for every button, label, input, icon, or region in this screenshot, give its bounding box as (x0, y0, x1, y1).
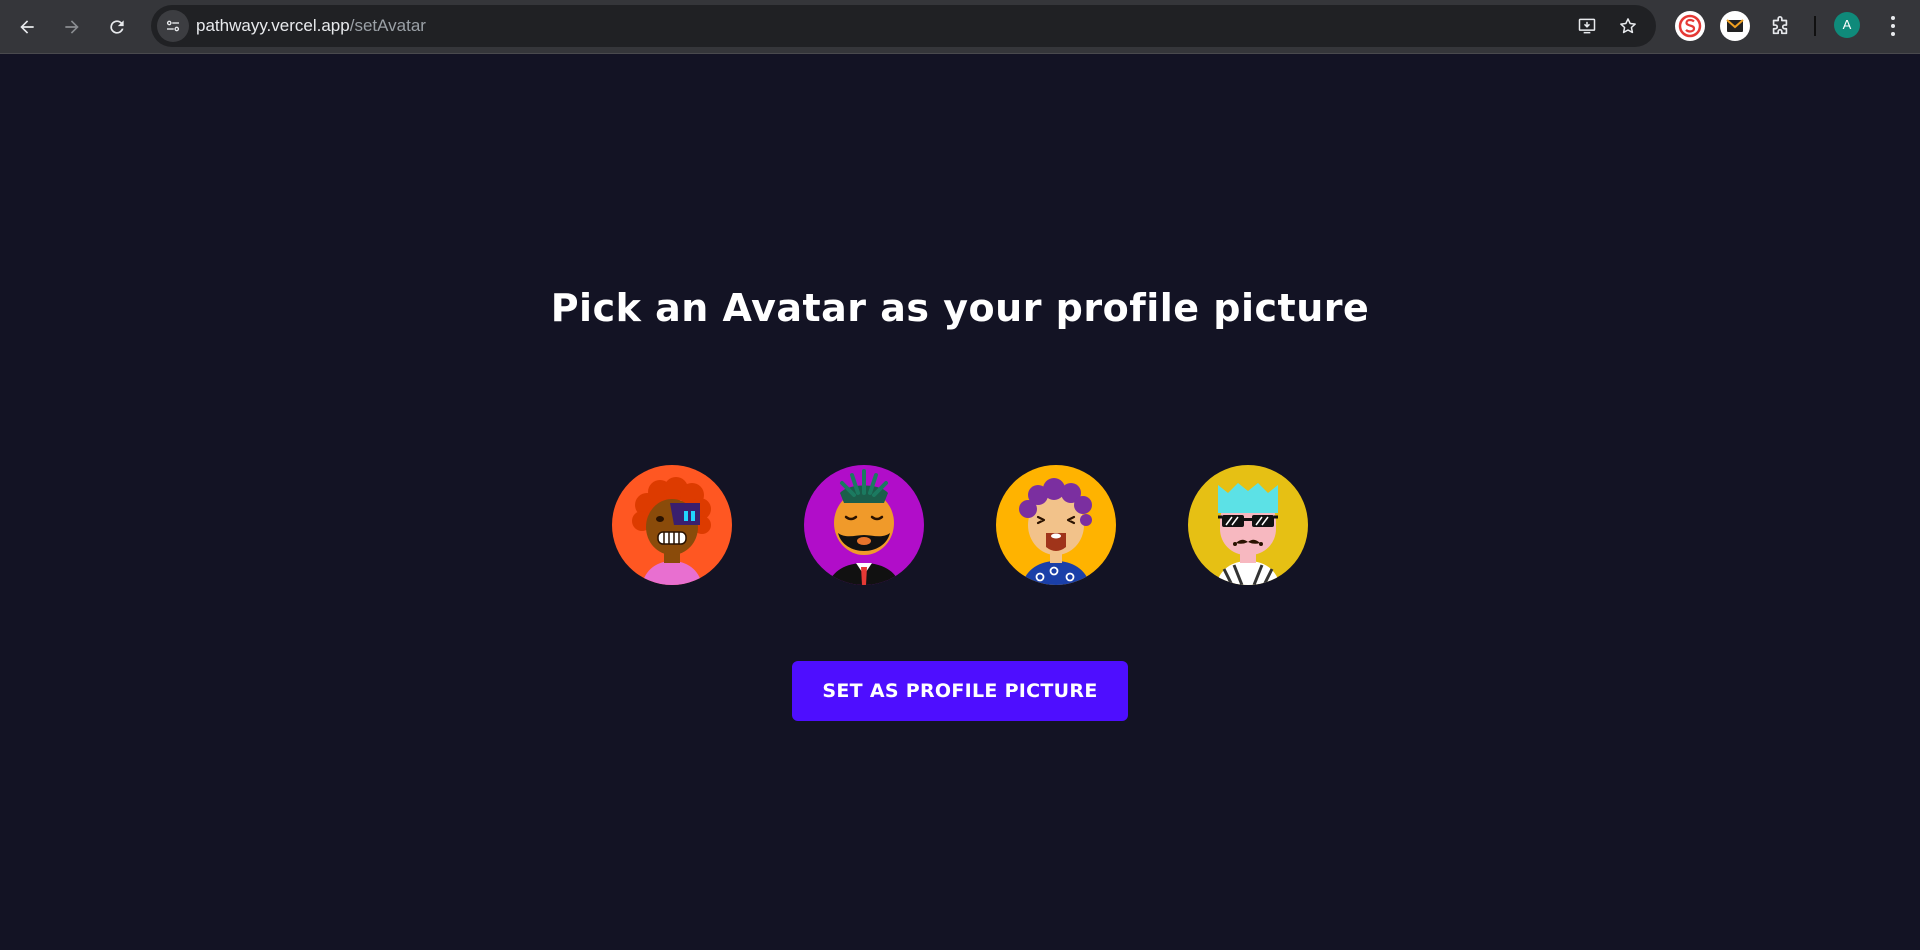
site-info-icon (166, 20, 180, 32)
browser-toolbar: pathwayy.vercel.app/setAvatar A (0, 0, 1920, 54)
url-path: /setAvatar (349, 16, 426, 35)
url-host: pathwayy.vercel.app (196, 16, 350, 35)
avatar-4-image (1188, 465, 1308, 585)
toolbar-divider (1814, 16, 1816, 36)
menu-icon (1891, 16, 1895, 20)
puzzle-icon (1772, 16, 1788, 35)
extension-mail-button[interactable] (1719, 10, 1751, 42)
back-icon (20, 20, 34, 34)
set-avatar-page: Pick an Avatar as your profile picture S… (0, 54, 1920, 950)
reload-icon (110, 20, 124, 34)
extensions-menu-button[interactable] (1764, 10, 1796, 42)
menu-icon-dot (1891, 24, 1895, 28)
reload-button[interactable] (100, 10, 134, 44)
avatar-option-2[interactable] (804, 465, 924, 585)
site-info-button[interactable] (157, 10, 189, 42)
url-text[interactable]: pathwayy.vercel.app/setAvatar (196, 5, 426, 47)
install-app-button[interactable] (1575, 14, 1599, 38)
set-profile-picture-button[interactable]: Set as Profile Picture (792, 661, 1128, 721)
back-button[interactable] (10, 10, 44, 44)
bookmark-button[interactable] (1616, 14, 1640, 38)
forward-icon (65, 20, 79, 34)
menu-icon-dot (1891, 32, 1895, 36)
bookmark-star-icon (1620, 18, 1636, 34)
extension-icon (1720, 11, 1750, 41)
profile-button[interactable]: A (1834, 12, 1860, 38)
extension-s-button[interactable] (1674, 10, 1706, 42)
avatar-option-4[interactable] (1188, 465, 1308, 585)
page-title: Pick an Avatar as your profile picture (550, 286, 1370, 330)
avatar-1-image (612, 465, 732, 585)
address-bar[interactable]: pathwayy.vercel.app/setAvatar (151, 5, 1656, 47)
avatar-2-image (804, 465, 924, 585)
install-app-icon (1578, 18, 1596, 34)
avatar-3-image (996, 465, 1116, 585)
avatar-option-1[interactable] (612, 465, 732, 585)
avatar-option-3[interactable] (996, 465, 1116, 585)
extension-icon (1675, 11, 1705, 41)
browser-menu-button[interactable] (1882, 12, 1904, 40)
forward-button[interactable] (55, 10, 89, 44)
